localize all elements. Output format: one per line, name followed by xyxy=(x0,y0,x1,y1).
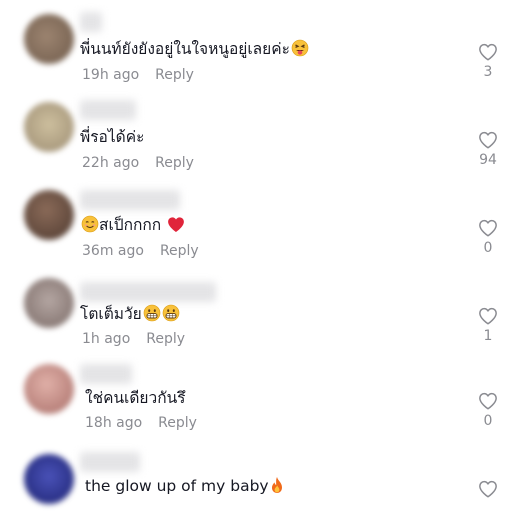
avatar[interactable] xyxy=(24,102,74,152)
comment-item: พี่นนท์ยังยังอยู่ในใจหนูอยู่เลยค่ะ 19h a… xyxy=(0,0,529,88)
grinning-face-emoji xyxy=(162,304,180,322)
comment-text-body: พี่รอได้ค่ะ xyxy=(80,128,145,146)
comment-text-body: โตเต็มวัย xyxy=(80,305,142,323)
heart-icon xyxy=(479,131,497,149)
username-blurred[interactable] xyxy=(80,100,136,120)
comment-meta: 22h ago Reply xyxy=(82,154,194,172)
reply-button[interactable]: Reply xyxy=(146,331,185,347)
reply-button[interactable]: Reply xyxy=(155,67,194,83)
comment-meta: 36m ago Reply xyxy=(82,242,199,260)
heart-icon xyxy=(479,392,497,410)
like-button[interactable]: 0 xyxy=(474,219,502,257)
like-count: 0 xyxy=(483,240,493,256)
grinning-face-emoji xyxy=(143,304,161,322)
heart-icon xyxy=(479,219,497,237)
comment-meta: 19h ago Reply xyxy=(82,66,194,84)
like-button[interactable]: 3 xyxy=(474,43,502,81)
like-button[interactable]: 94 xyxy=(474,131,502,169)
comment-item: the glow up of my baby xyxy=(0,440,529,528)
username-blurred[interactable] xyxy=(80,12,102,32)
like-button[interactable]: 1 xyxy=(474,307,502,345)
heart-icon xyxy=(479,307,497,325)
comment-meta: 18h ago Reply xyxy=(85,414,197,432)
comment-text-body: สเป็กกกก xyxy=(99,216,162,234)
like-count: 94 xyxy=(479,152,497,168)
comment-item: สเป็กกกก 36m ago Reply 0 xyxy=(0,176,529,264)
red-heart-emoji xyxy=(168,217,184,232)
comment-text: the glow up of my baby xyxy=(85,475,284,497)
comment-text: พี่นนท์ยังยังอยู่ในใจหนูอยู่เลยค่ะ xyxy=(80,38,309,60)
username-blurred[interactable] xyxy=(80,282,216,302)
heart-icon xyxy=(479,480,497,498)
avatar[interactable] xyxy=(24,278,74,328)
comment-item: โตเต็มวัย 1h ago Reply 1 xyxy=(0,264,529,352)
username-blurred[interactable] xyxy=(80,364,132,384)
comment-text: พี่รอได้ค่ะ xyxy=(80,126,144,148)
username-blurred[interactable] xyxy=(80,452,140,472)
comment-item: ใช่คนเดียวกันรึ 18h ago Reply 0 xyxy=(0,352,529,440)
username-blurred[interactable] xyxy=(80,190,180,210)
like-count: 3 xyxy=(483,64,493,80)
comment-item: พี่รอได้ค่ะ 22h ago Reply 94 xyxy=(0,88,529,176)
reply-button[interactable]: Reply xyxy=(155,155,194,171)
like-count: 1 xyxy=(483,328,493,344)
reply-button[interactable]: Reply xyxy=(158,415,197,431)
comment-text: ใช่คนเดียวกันรึ xyxy=(85,387,186,409)
like-button[interactable] xyxy=(474,480,502,498)
comment-time: 22h ago xyxy=(82,155,140,171)
comment-text-body: พี่นนท์ยังยังอยู่ในใจหนูอยู่เลยค่ะ xyxy=(80,40,290,58)
comment-time: 1h ago xyxy=(82,331,131,347)
comment-meta: 1h ago Reply xyxy=(82,330,185,348)
comment-text: โตเต็มวัย xyxy=(80,303,180,325)
smiling-face-emoji xyxy=(81,215,99,233)
like-count: 0 xyxy=(483,413,493,429)
avatar[interactable] xyxy=(24,454,74,504)
reply-button[interactable]: Reply xyxy=(160,243,199,259)
heart-icon xyxy=(479,43,497,61)
comment-time: 36m ago xyxy=(82,243,144,259)
like-button[interactable]: 0 xyxy=(474,392,502,430)
comment-time: 19h ago xyxy=(82,67,140,83)
avatar[interactable] xyxy=(24,364,74,414)
squint-tongue-emoji xyxy=(291,39,309,57)
avatar[interactable] xyxy=(24,190,74,240)
fire-emoji xyxy=(271,477,282,493)
comment-text-body: the glow up of my baby xyxy=(85,477,269,495)
comment-time: 18h ago xyxy=(85,415,143,431)
avatar[interactable] xyxy=(24,14,74,64)
comment-text-body: ใช่คนเดียวกันรึ xyxy=(85,389,186,407)
comment-text: สเป็กกกก xyxy=(80,214,185,236)
